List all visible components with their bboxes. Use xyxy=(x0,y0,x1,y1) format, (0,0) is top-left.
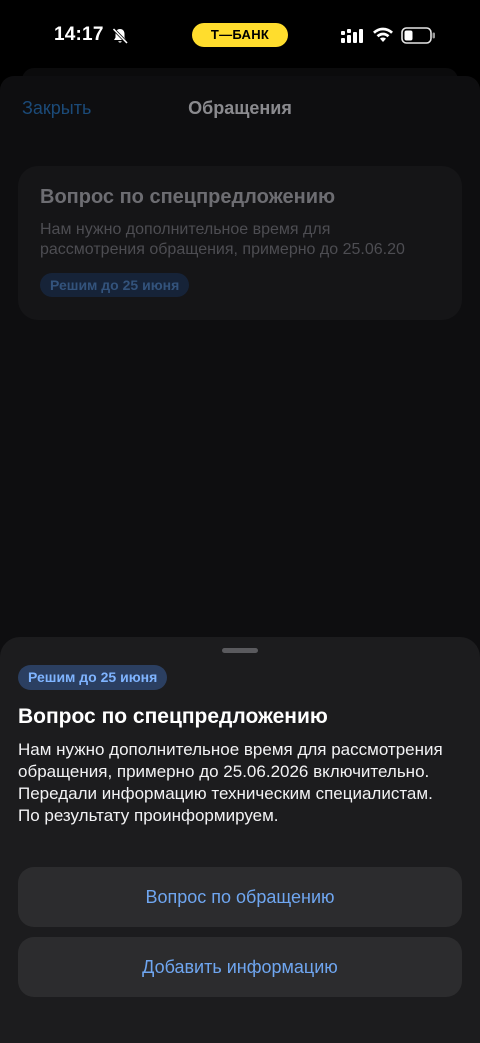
request-card-status-badge: Решим до 25 июня xyxy=(40,273,190,297)
request-card-text: Нам нужно дополнительное время для рассм… xyxy=(40,220,460,260)
sheet-drag-handle[interactable] xyxy=(222,648,258,653)
bank-badge[interactable]: Т—БАНК xyxy=(192,23,288,47)
request-card[interactable]: Вопрос по спецпредложению Нам нужно допо… xyxy=(18,166,462,320)
status-badge: Решим до 25 июня xyxy=(18,665,168,690)
request-card-text-line-1: Нам нужно дополнительное время для xyxy=(40,221,331,238)
status-bar: 14:17 Т—БАНК xyxy=(0,0,480,70)
battery-icon xyxy=(401,27,435,44)
question-about-request-button[interactable]: Вопрос по обращению xyxy=(18,867,462,927)
bottom-sheet: Решим до 25 июня Вопрос по спецпредложен… xyxy=(0,637,480,1043)
request-card-title: Вопрос по спецпредложению xyxy=(40,186,336,208)
signal-icon xyxy=(341,29,363,43)
sheet-title: Вопрос по спецпредложению xyxy=(18,705,328,728)
sheet-description: Нам нужно дополнительное время для рассм… xyxy=(18,740,443,825)
status-time: 14:17 xyxy=(54,24,104,45)
add-information-button[interactable]: Добавить информацию xyxy=(18,937,462,997)
page-title: Обращения xyxy=(188,98,292,118)
bell-slash-icon xyxy=(112,27,129,45)
request-card-text-line-2: рассмотрения обращения, примерно до 25.0… xyxy=(40,241,405,258)
wifi-icon xyxy=(373,27,393,42)
